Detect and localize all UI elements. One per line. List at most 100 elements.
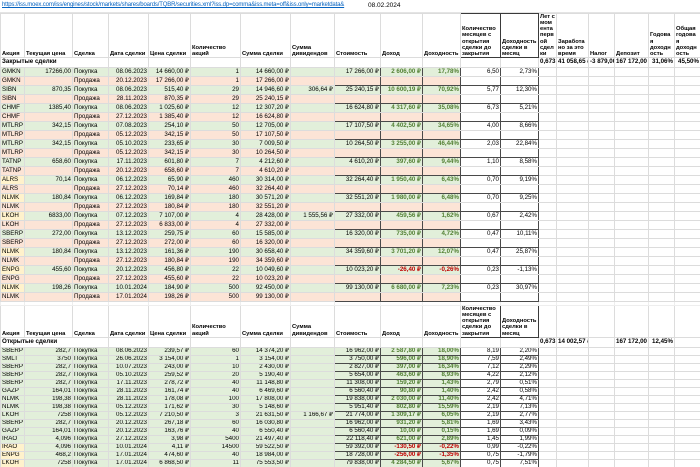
cell-monthly-yield[interactable]: [501, 238, 539, 247]
cell-empty-cell[interactable]: [675, 130, 700, 139]
cell-profit-pct[interactable]: [423, 274, 461, 283]
cell-monthly-yield[interactable]: -1,13%: [501, 265, 539, 274]
cell-empty-cell[interactable]: [539, 202, 557, 211]
cell-position-value[interactable]: 6 560,40 ₽: [335, 427, 381, 435]
cell-empty-cell[interactable]: [557, 184, 589, 193]
cell-empty-cell[interactable]: [675, 363, 700, 371]
cell-months-open[interactable]: 0,47: [461, 247, 501, 256]
cell-dividends-sum[interactable]: [291, 256, 335, 265]
cell-empty-cell[interactable]: [615, 435, 649, 443]
cell-empty-cell[interactable]: [589, 451, 615, 459]
cell-months-open[interactable]: 0,70: [461, 193, 501, 202]
cell-empty-cell[interactable]: [539, 130, 557, 139]
cell-monthly-yield[interactable]: [501, 256, 539, 265]
cell-current-price[interactable]: [25, 76, 73, 85]
cell-current-price[interactable]: 342,15: [25, 139, 73, 148]
cell-monthly-yield[interactable]: 2,12%: [501, 371, 539, 379]
cell-empty-cell[interactable]: [615, 459, 649, 467]
cell-share-qty[interactable]: 30: [191, 148, 241, 157]
empty-cell[interactable]: [501, 337, 539, 347]
cell-current-price[interactable]: [25, 274, 73, 283]
cell-dividends-sum[interactable]: [291, 112, 335, 121]
column-header[interactable]: Дата сделки: [109, 305, 149, 337]
cell-dividends-sum[interactable]: [291, 347, 335, 355]
cell-empty-cell[interactable]: [539, 175, 557, 184]
cell-ticker[interactable]: NLMK: [1, 202, 25, 211]
cell-months-open[interactable]: 0,75: [461, 459, 501, 467]
cell-current-price[interactable]: [25, 202, 73, 211]
cell-deal-sum[interactable]: 27 332,00 ₽: [241, 220, 291, 229]
cell-monthly-yield[interactable]: 10,11%: [501, 229, 539, 238]
cell-deal-date[interactable]: 27.12.2023: [109, 184, 149, 193]
column-header[interactable]: Акция: [1, 305, 25, 337]
cell-deal-date[interactable]: 20.12.2023: [109, 76, 149, 85]
cell-ticker[interactable]: SIBN: [1, 94, 25, 103]
cell-empty-cell[interactable]: [675, 76, 700, 85]
cell-deal-price[interactable]: 163,76 ₽: [149, 427, 191, 435]
cell-empty-cell[interactable]: [649, 283, 675, 292]
cell-profit[interactable]: [381, 130, 423, 139]
cell-empty-cell[interactable]: [649, 265, 675, 274]
cell-deal-price[interactable]: 184,90 ₽: [149, 283, 191, 292]
cell-profit[interactable]: [381, 76, 423, 85]
cell-empty-cell[interactable]: [539, 85, 557, 94]
cell-empty-cell[interactable]: [589, 103, 615, 112]
cell-empty-cell[interactable]: [649, 103, 675, 112]
cell-monthly-yield[interactable]: 4,71%: [501, 395, 539, 403]
cell-empty-cell[interactable]: [615, 395, 649, 403]
cell-empty-cell[interactable]: [615, 283, 649, 292]
cell-dividends-sum[interactable]: [291, 371, 335, 379]
cell-empty-cell[interactable]: [649, 419, 675, 427]
cell-share-qty[interactable]: 12: [191, 103, 241, 112]
cell-deal-date[interactable]: 28.11.2023: [109, 395, 149, 403]
cell-monthly-yield[interactable]: 12,30%: [501, 85, 539, 94]
cell-profit[interactable]: 1 950,40 ₽: [381, 175, 423, 184]
cell-monthly-yield[interactable]: [501, 94, 539, 103]
cell-empty-cell[interactable]: [615, 103, 649, 112]
cell-deal-price[interactable]: 259,52 ₽: [149, 371, 191, 379]
cell-empty-cell[interactable]: [615, 193, 649, 202]
cell-monthly-yield[interactable]: 25,87%: [501, 247, 539, 256]
cell-empty-cell[interactable]: [557, 130, 589, 139]
cell-empty-cell[interactable]: [675, 220, 700, 229]
cell-dividends-sum[interactable]: [291, 220, 335, 229]
empty-cell[interactable]: [381, 57, 423, 67]
cell-share-qty[interactable]: 500: [191, 292, 241, 301]
cell-monthly-yield[interactable]: 2,29%: [501, 363, 539, 371]
cell-dividends-sum[interactable]: [291, 139, 335, 148]
cell-share-qty[interactable]: 190: [191, 247, 241, 256]
cell-deal-sum[interactable]: 28 428,00 ₽: [241, 211, 291, 220]
column-header[interactable]: Цена сделки: [149, 14, 191, 58]
cell-profit-pct[interactable]: 4,72%: [423, 229, 461, 238]
cell-months-open[interactable]: [461, 274, 501, 283]
cell-empty-cell[interactable]: [649, 347, 675, 355]
cell-months-open[interactable]: [461, 238, 501, 247]
cell-profit[interactable]: [381, 274, 423, 283]
column-header[interactable]: Количество месяцев с открытия сделки до …: [461, 305, 501, 337]
cell-deal-sum[interactable]: 4 212,60 ₽: [241, 157, 291, 166]
cell-share-qty[interactable]: 180: [191, 193, 241, 202]
cell-empty-cell[interactable]: [539, 247, 557, 256]
cell-dividends-sum[interactable]: [291, 387, 335, 395]
cell-months-open[interactable]: 1,69: [461, 419, 501, 427]
cell-current-price[interactable]: 17266,00: [25, 67, 73, 76]
cell-empty-cell[interactable]: [649, 220, 675, 229]
cell-empty-cell[interactable]: [557, 256, 589, 265]
cell-deal-type[interactable]: Продажа: [73, 220, 109, 229]
cell-profit-pct[interactable]: 1,62%: [423, 211, 461, 220]
cell-monthly-yield[interactable]: [501, 220, 539, 229]
cell-profit-pct[interactable]: [423, 166, 461, 175]
cell-empty-cell[interactable]: [675, 443, 700, 451]
cell-deal-price[interactable]: 3,98 ₽: [149, 435, 191, 443]
cell-months-open[interactable]: [461, 148, 501, 157]
cell-profit-pct[interactable]: 1,43%: [423, 379, 461, 387]
cell-deal-date[interactable]: 05.10.2023: [109, 139, 149, 148]
cell-empty-cell[interactable]: [539, 94, 557, 103]
cell-empty-cell[interactable]: [589, 371, 615, 379]
cell-share-qty[interactable]: 1: [191, 67, 241, 76]
cell-ticker[interactable]: LKOH: [1, 220, 25, 229]
cell-empty-cell[interactable]: [589, 347, 615, 355]
cell-profit-pct[interactable]: 5,81%: [423, 419, 461, 427]
cell-share-qty[interactable]: 20: [191, 371, 241, 379]
cell-deal-price[interactable]: 515,40 ₽: [149, 85, 191, 94]
